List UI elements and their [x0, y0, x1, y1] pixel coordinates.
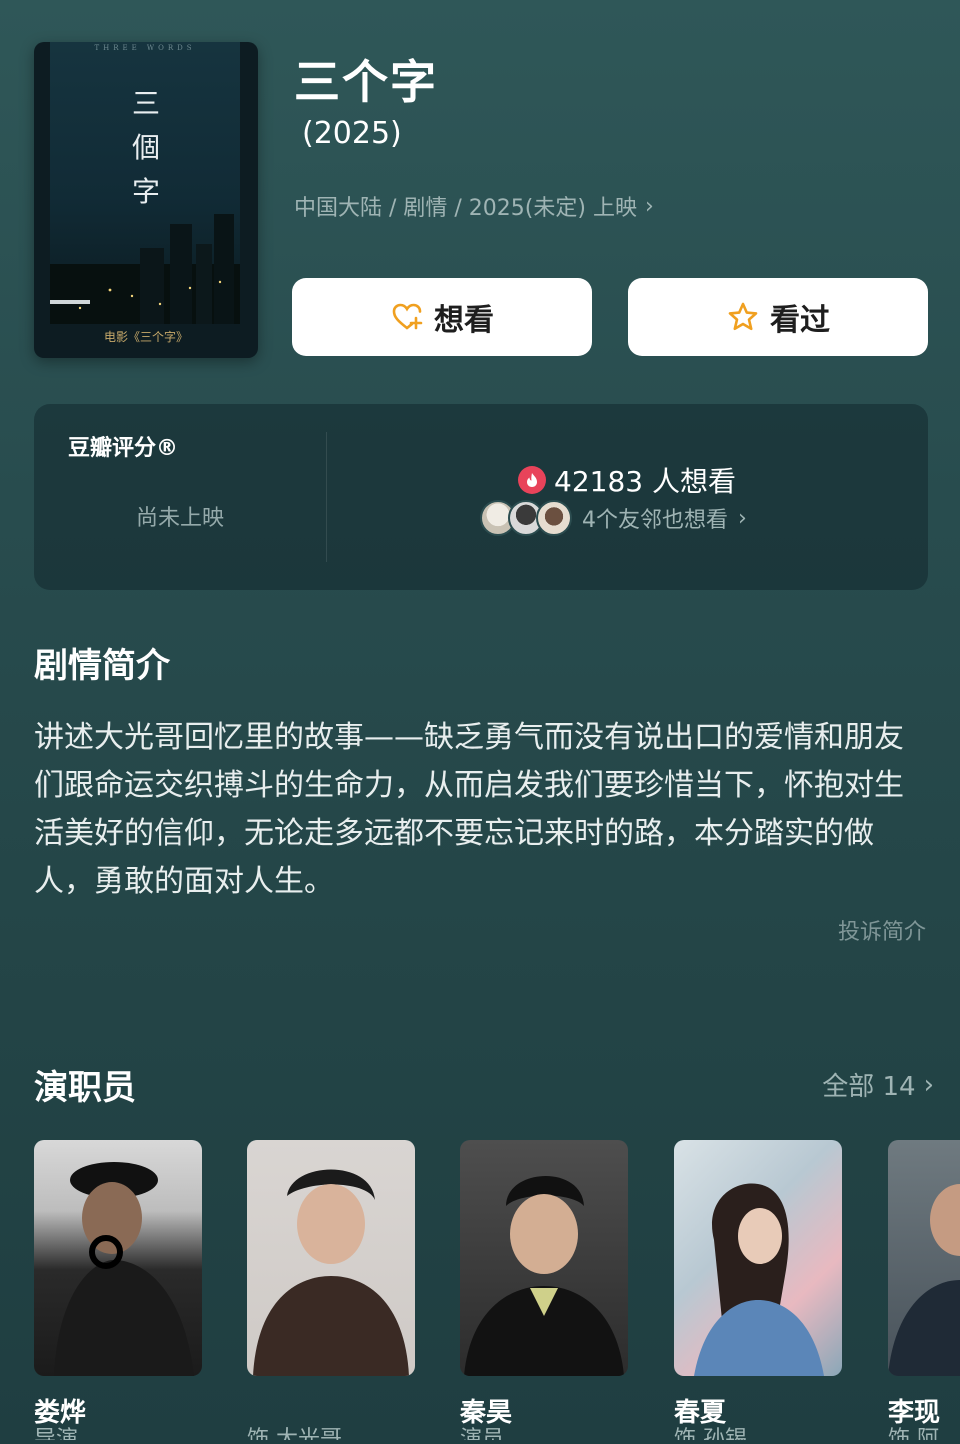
- synopsis-text: 讲述大光哥回忆里的故事——缺乏勇气而没有说出口的爱情和朋友们跟命运交织搏斗的生命…: [34, 720, 904, 899]
- cast-all-label: 全部 14: [822, 1072, 916, 1102]
- chevron-right-icon: ›: [923, 1069, 934, 1100]
- chevron-right-icon: ›: [644, 193, 654, 219]
- cast-name: 春夏: [674, 1398, 727, 1428]
- star-icon: [728, 302, 758, 331]
- cast-all-link[interactable]: 全部 14 ›: [822, 1066, 934, 1103]
- friend-avatars: [480, 500, 572, 536]
- want-count: 42183 人想看: [518, 460, 736, 500]
- friends-want-text: 4个友邻也想看: [582, 508, 728, 533]
- avatar: [536, 500, 572, 536]
- cast-name: 秦昊: [460, 1398, 513, 1428]
- cast-role: 饰 大光哥: [247, 1427, 342, 1440]
- cast-name: 娄烨: [34, 1398, 87, 1428]
- poster-tagline: THREE WORDS: [94, 44, 196, 52]
- cast-role: 演员: [460, 1427, 505, 1440]
- rating-card: 豆瓣评分® 尚未上映 42183 人想看 4个友邻也想看 ›: [34, 404, 928, 590]
- cast-role: 饰 阿晖: [888, 1427, 939, 1440]
- fire-icon: [518, 466, 546, 494]
- want-to-watch-button[interactable]: 想看: [292, 278, 592, 356]
- poster-image: THREE WORDS 三個字: [50, 42, 240, 324]
- movie-year: (2025): [302, 116, 402, 151]
- synopsis-heading: 剧情简介: [34, 646, 170, 686]
- cast-photo: [247, 1140, 415, 1376]
- cast-role: 导演: [34, 1427, 79, 1440]
- cast-name: [247, 1392, 415, 1426]
- poster-title-text: 三個字: [131, 87, 160, 208]
- watched-label: 看过: [770, 303, 830, 338]
- cast-photo: [34, 1140, 202, 1376]
- report-synopsis-link[interactable]: 投诉简介: [838, 914, 926, 946]
- douban-rating-label: 豆瓣评分®: [68, 436, 179, 461]
- cast-photo: [888, 1140, 960, 1376]
- cast-card[interactable]: 李现 饰 阿晖: [888, 1140, 960, 1440]
- cast-role: 饰 孙锡: [674, 1427, 747, 1440]
- cast-card[interactable]: 秦昊 演员: [460, 1140, 628, 1440]
- want-to-watch-label: 想看: [434, 303, 494, 338]
- poster-caption: 电影《三个字》: [103, 330, 188, 344]
- cast-card[interactable]: 娄烨 导演: [34, 1140, 202, 1440]
- cast-name: 李现: [888, 1398, 941, 1428]
- friends-want-link[interactable]: 4个友邻也想看 ›: [480, 500, 747, 536]
- cast-heading: 演职员: [34, 1068, 136, 1108]
- rating-status: 尚未上映: [135, 506, 224, 531]
- movie-meta-text: 中国大陆 / 剧情 / 2025(未定) 上映: [294, 196, 637, 221]
- rating-divider: [326, 432, 327, 562]
- heart-plus-icon: [392, 303, 423, 330]
- cast-card[interactable]: 饰 大光哥: [247, 1140, 415, 1440]
- want-count-text: 42183 人想看: [554, 465, 736, 498]
- movie-poster[interactable]: THREE WORDS 三個字 电影《三个字》: [34, 42, 258, 358]
- movie-title: 三个字: [294, 55, 438, 109]
- cast-card[interactable]: 春夏 饰 孙锡: [674, 1140, 842, 1440]
- poster-city-skyline: [50, 214, 240, 324]
- cast-photo: [674, 1140, 842, 1376]
- watched-button[interactable]: 看过: [628, 278, 928, 356]
- chevron-right-icon: ›: [738, 505, 747, 531]
- movie-meta-link[interactable]: 中国大陆 / 剧情 / 2025(未定) 上映 ›: [294, 190, 654, 222]
- cast-photo: [460, 1140, 628, 1376]
